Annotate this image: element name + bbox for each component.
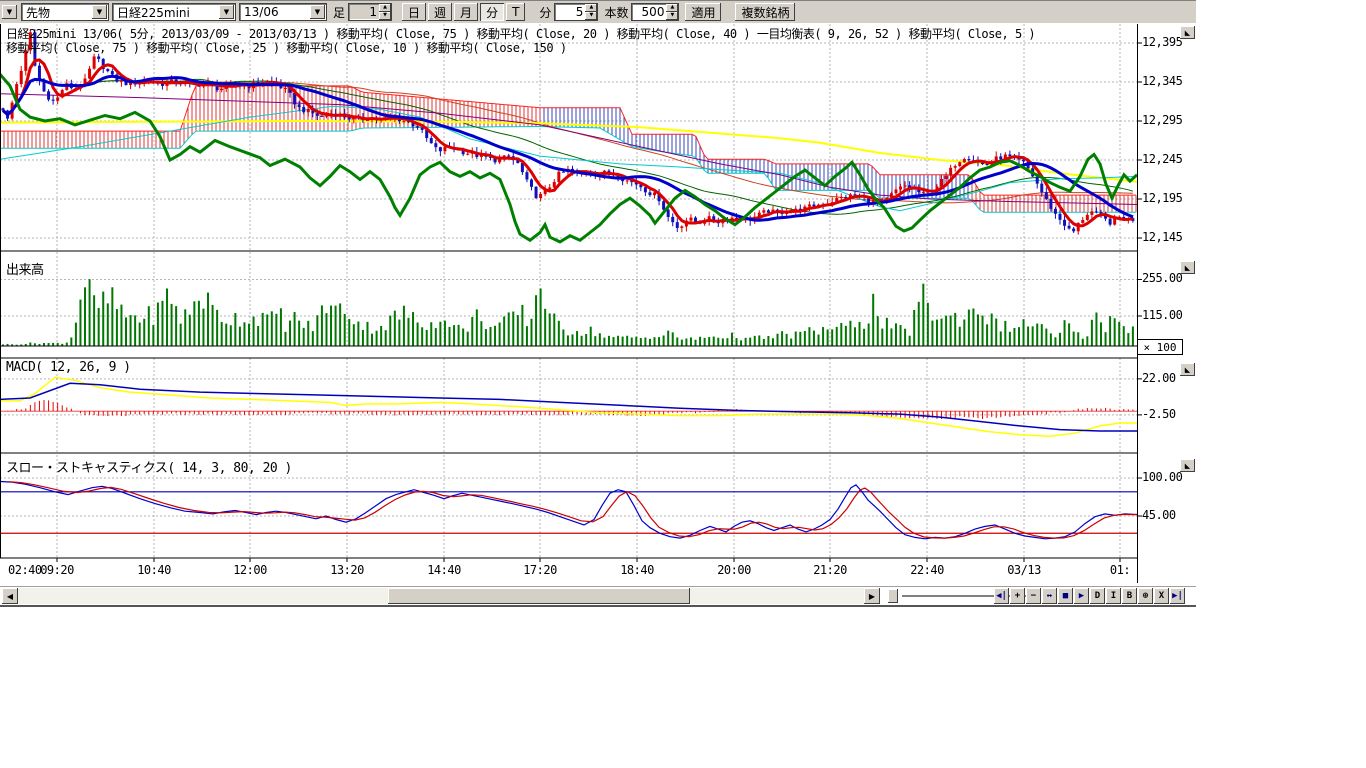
price-axis-tick-label: 12,245 xyxy=(1142,152,1182,166)
time-axis-tick-label: 13:20 xyxy=(330,563,364,577)
fit-width-button[interactable]: ↔ xyxy=(1042,588,1057,604)
bar-count-value: 500 xyxy=(632,4,666,20)
time-axis-tick-label: 02:40 xyxy=(8,563,42,577)
minute-stepper[interactable]: 5 ▲▼ xyxy=(554,3,598,21)
bar-type-label: 足 xyxy=(333,4,345,21)
zoom-out-button[interactable]: − xyxy=(1026,588,1041,604)
period-day-button[interactable]: 日 xyxy=(402,3,426,21)
time-axis-tick-label: 18:40 xyxy=(620,563,654,577)
volume-multiplier-badge: × 100 xyxy=(1137,339,1183,355)
collapse-icon: ◣ xyxy=(1185,366,1190,374)
price-axis-tick-label: 12,345 xyxy=(1142,74,1182,88)
macd-panel-label: MACD( 12, 26, 9 ) xyxy=(6,360,131,375)
minute-value: 5 xyxy=(555,4,585,20)
dropdown-icon[interactable]: ▼ xyxy=(219,5,234,19)
dropdown-icon[interactable]: ▼ xyxy=(92,5,107,19)
scroll-left-button[interactable]: ◀ xyxy=(2,588,18,604)
scroll-right-icon: ▶ xyxy=(869,592,875,601)
period-tick-button[interactable]: T xyxy=(506,3,525,21)
contract-combo[interactable]: 13/06 ▼ xyxy=(239,3,327,21)
zoom-in-button[interactable]: + xyxy=(1010,588,1025,604)
dropdown-icon[interactable]: ▼ xyxy=(310,5,325,19)
symbol-combo-value: 日経225mini xyxy=(113,4,219,21)
time-axis-tick-label: 17:20 xyxy=(523,563,557,577)
period-minute-button[interactable]: 分 xyxy=(480,3,504,21)
symbol-combo[interactable]: 日経225mini ▼ xyxy=(112,3,236,21)
price-axis-tick-label: 12,395 xyxy=(1142,35,1182,49)
spin-down-icon[interactable]: ▼ xyxy=(379,12,391,20)
market-combo[interactable]: 先物 ▼ xyxy=(21,3,109,21)
bar-interval-stepper[interactable]: 1 ▲▼ xyxy=(348,3,392,21)
apply-button[interactable]: 適用 xyxy=(685,3,721,21)
time-axis-tick-label: 14:40 xyxy=(427,563,461,577)
market-combo-value: 先物 xyxy=(22,4,92,21)
bar-interval-value: 1 xyxy=(349,4,379,20)
minute-label: 分 xyxy=(539,4,551,21)
price-axis-tick-label: 12,295 xyxy=(1142,113,1182,127)
time-axis-tick-label: 22:40 xyxy=(910,563,944,577)
toolbar: ▼ 先物 ▼ 日経225mini ▼ 13/06 ▼ 足 1 ▲▼ 日 週 月 … xyxy=(0,0,1196,23)
time-axis-tick-label: 09:20 xyxy=(40,563,74,577)
period-month-button[interactable]: 月 xyxy=(454,3,478,21)
price-axis-tick-label: 12,195 xyxy=(1142,191,1182,205)
price-axis-tick-label: 12,145 xyxy=(1142,230,1182,244)
volume-axis-tick-label: 255.00 xyxy=(1142,271,1182,285)
scroll-left-icon: ◀ xyxy=(7,592,13,601)
spin-up-icon[interactable]: ▲ xyxy=(585,4,597,12)
stop-button[interactable]: ■ xyxy=(1058,588,1073,604)
time-axis-tick-label: 20:00 xyxy=(717,563,751,577)
spin-down-icon[interactable]: ▼ xyxy=(666,12,678,20)
contract-combo-value: 13/06 xyxy=(240,5,310,19)
panel-collapse-button[interactable]: ◣ xyxy=(1180,363,1195,376)
spin-up-icon[interactable]: ▲ xyxy=(666,4,678,12)
volume-panel-label: 出来高 xyxy=(6,259,44,278)
spin-up-icon[interactable]: ▲ xyxy=(379,4,391,12)
info-button[interactable]: I xyxy=(1106,588,1121,604)
time-axis-tick-label: 03/13 xyxy=(1007,563,1041,577)
collapse-icon: ◣ xyxy=(1185,29,1190,37)
volume-axis-tick-label: 115.00 xyxy=(1142,308,1182,322)
horizontal-scrollbar-thumb[interactable] xyxy=(388,588,690,604)
time-axis-tick-label: 21:20 xyxy=(813,563,847,577)
panel-collapse-button[interactable]: ◣ xyxy=(1180,261,1195,274)
desktop: ▼ 先物 ▼ 日経225mini ▼ 13/06 ▼ 足 1 ▲▼ 日 週 月 … xyxy=(0,0,1366,768)
chart-control-buttons: ◀|+−↔■▶DIB⊕X▶| xyxy=(994,588,1186,604)
bar-count-stepper[interactable]: 500 ▲▼ xyxy=(631,3,679,21)
multi-symbol-button[interactable]: 複数銘柄 xyxy=(735,3,795,21)
macd-axis-tick-label: -2.50 xyxy=(1142,407,1176,421)
bar-button[interactable]: B xyxy=(1122,588,1137,604)
magnify-button[interactable]: ⊕ xyxy=(1138,588,1153,604)
scroll-right-button[interactable]: ▶ xyxy=(864,588,880,604)
stochastics-panel-label: スロー・ストキャスティクス( 14, 3, 80, 20 ) xyxy=(6,457,292,476)
collapse-icon: ◣ xyxy=(1185,462,1190,470)
collapse-icon: ◣ xyxy=(1185,264,1190,272)
preset-combo-button[interactable]: ▼ xyxy=(2,5,17,19)
stoch-axis-tick-label: 100.00 xyxy=(1142,470,1182,484)
spin-down-icon[interactable]: ▼ xyxy=(585,12,597,20)
zoom-slider-thumb[interactable] xyxy=(888,589,898,603)
jump-start-button[interactable]: ◀| xyxy=(994,588,1009,604)
bottom-control-bar: ◀ ▶ ◀|+−↔■▶DIB⊕X▶| xyxy=(0,586,1196,606)
time-axis-tick-label: 01: xyxy=(1110,563,1130,577)
time-axis-tick-label: 12:00 xyxy=(233,563,267,577)
close-button[interactable]: X xyxy=(1154,588,1169,604)
data-button[interactable]: D xyxy=(1090,588,1105,604)
bar-count-label: 本数 xyxy=(604,4,628,21)
chart-window: ▼ 先物 ▼ 日経225mini ▼ 13/06 ▼ 足 1 ▲▼ 日 週 月 … xyxy=(0,0,1196,607)
period-week-button[interactable]: 週 xyxy=(428,3,452,21)
chart-canvas xyxy=(0,0,1196,586)
play-button[interactable]: ▶ xyxy=(1074,588,1089,604)
macd-axis-tick-label: 22.00 xyxy=(1142,371,1176,385)
jump-end-button[interactable]: ▶| xyxy=(1170,588,1185,604)
chart-title-line2: 移動平均( Close, 75 ) 移動平均( Close, 25 ) 移動平均… xyxy=(6,39,567,56)
time-axis-tick-label: 10:40 xyxy=(137,563,171,577)
dropdown-icon: ▼ xyxy=(7,8,12,16)
stoch-axis-tick-label: 45.00 xyxy=(1142,508,1176,522)
panel-collapse-button[interactable]: ◣ xyxy=(1180,26,1195,39)
panel-collapse-button[interactable]: ◣ xyxy=(1180,459,1195,472)
